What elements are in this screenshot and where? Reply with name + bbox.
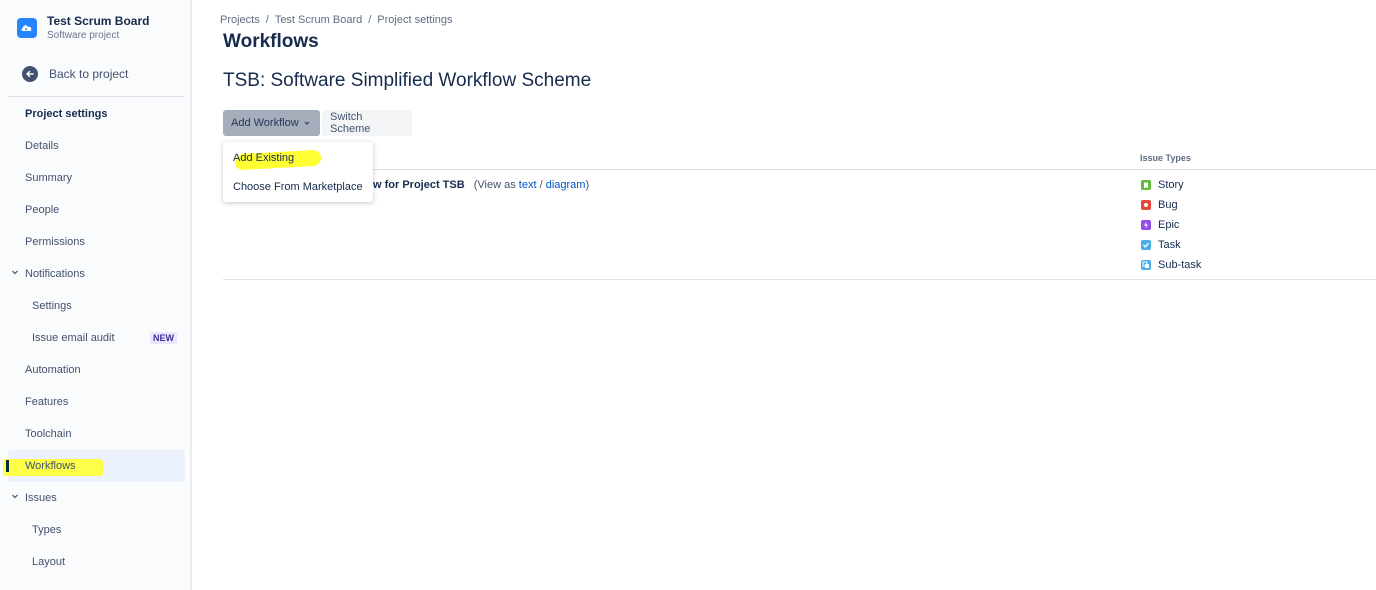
issue-type-label: Epic xyxy=(1158,219,1180,231)
project-type: Software project xyxy=(47,30,120,41)
sidebar-item-people[interactable]: People xyxy=(8,194,185,226)
back-to-project-link[interactable]: Back to project xyxy=(22,66,128,82)
sidebar-item-features[interactable]: Features xyxy=(8,386,185,418)
sidebar-divider xyxy=(8,96,185,97)
sidebar-item-label: Permissions xyxy=(25,236,85,248)
issue-type-label: Bug xyxy=(1158,199,1178,211)
back-to-project-label: Back to project xyxy=(49,67,129,81)
sidebar-item-label: Settings xyxy=(32,300,72,312)
breadcrumb-separator: / xyxy=(265,14,269,26)
view-as-group: (View as text / diagram) xyxy=(474,179,589,191)
sidebar-item-label: Types xyxy=(32,524,62,536)
breadcrumb-projects[interactable]: Projects xyxy=(220,14,260,26)
breadcrumb-project-settings[interactable]: Project settings xyxy=(377,14,452,26)
sidebar-item-permissions[interactable]: Permissions xyxy=(8,226,185,258)
sidebar-item-notifications[interactable]: Notifications xyxy=(8,258,185,290)
sidebar-item-label: Features xyxy=(25,396,69,408)
sidebar-item-workflows-label-wrap[interactable]: Workflows xyxy=(8,450,185,482)
project-avatar-icon xyxy=(17,18,37,38)
add-workflow-label: Add Workflow xyxy=(231,117,299,129)
scheme-title: TSB: Software Simplified Workflow Scheme xyxy=(223,70,592,91)
sidebar-item-label: Issue email audit xyxy=(32,332,115,344)
view-as-text-link[interactable]: text xyxy=(519,179,537,191)
issue-types-column-header: Issue Types xyxy=(1140,153,1191,163)
sidebar-heading-project-settings: Project settings xyxy=(8,98,185,130)
menu-item-choose-from-marketplace[interactable]: Choose From Marketplace xyxy=(233,181,363,193)
project-name: Test Scrum Board xyxy=(47,14,150,28)
sidebar-item-types[interactable]: Types xyxy=(8,514,185,546)
switch-scheme-label: Switch Scheme xyxy=(330,111,371,135)
view-as-prefix: (View as xyxy=(473,179,519,191)
subtask-icon xyxy=(1141,260,1151,270)
sidebar-item-label: Workflows xyxy=(25,460,76,472)
breadcrumb-project[interactable]: Test Scrum Board xyxy=(275,14,362,26)
view-as-diagram-link[interactable]: diagram xyxy=(546,179,586,191)
issue-type-label: Task xyxy=(1158,239,1181,251)
sidebar-item-layout[interactable]: Layout xyxy=(8,546,185,578)
issue-type-subtask: Sub-task xyxy=(1141,259,1201,271)
new-badge: NEW xyxy=(150,332,177,344)
switch-scheme-button[interactable]: Switch Scheme xyxy=(322,110,412,136)
sidebar-item-label: Layout xyxy=(32,556,66,568)
sidebar-item-summary[interactable]: Summary xyxy=(8,162,185,194)
project-sidebar: Test Scrum Board Software project Back t… xyxy=(0,0,192,590)
chevron-down-icon xyxy=(304,121,310,125)
sidebar-item-label: Notifications xyxy=(25,268,85,280)
sidebar-item-label: Summary xyxy=(25,172,73,184)
issue-type-task: Task xyxy=(1141,239,1181,251)
issue-type-bug: Bug xyxy=(1141,199,1178,211)
sidebar-item-details[interactable]: Details xyxy=(8,130,185,162)
table-row-divider xyxy=(223,279,1376,280)
sidebar-item-issue-email-audit[interactable]: Issue email audit NEW xyxy=(8,322,185,354)
sidebar-item-label: Issues xyxy=(25,492,57,504)
table-row-divider xyxy=(223,169,1376,170)
project-header[interactable]: Test Scrum Board Software project xyxy=(17,14,149,42)
view-as-separator: / xyxy=(536,179,546,191)
sidebar-item-label: Toolchain xyxy=(25,428,72,440)
workflow-name: w for Project TSB xyxy=(373,179,465,191)
issue-type-label: Story xyxy=(1158,179,1184,191)
issue-type-epic: Epic xyxy=(1141,219,1179,231)
sidebar-item-label: Details xyxy=(25,140,59,152)
breadcrumb-separator: / xyxy=(368,14,372,26)
story-icon xyxy=(1141,180,1151,190)
add-workflow-dropdown: Add Existing Choose From Marketplace xyxy=(223,142,373,202)
sidebar-item-label: People xyxy=(25,204,60,216)
bug-icon xyxy=(1141,200,1151,210)
sidebar-item-issues[interactable]: Issues xyxy=(8,482,185,514)
breadcrumb: Projects / Test Scrum Board / Project se… xyxy=(220,14,453,26)
chevron-down-icon xyxy=(12,494,18,499)
sidebar-item-toolchain[interactable]: Toolchain xyxy=(8,418,185,450)
arrow-left-icon xyxy=(22,66,38,82)
page-title: Workflows xyxy=(223,31,319,52)
sidebar-item-label: Project settings xyxy=(25,108,108,120)
sidebar-item-automation[interactable]: Automation xyxy=(8,354,185,386)
task-icon xyxy=(1141,240,1151,250)
sidebar-item-notification-settings[interactable]: Settings xyxy=(8,290,185,322)
chevron-down-icon xyxy=(12,270,18,275)
menu-item-add-existing[interactable]: Add Existing xyxy=(233,152,294,164)
sidebar-item-label: Automation xyxy=(25,364,81,376)
issue-type-label: Sub-task xyxy=(1158,259,1202,271)
add-workflow-button[interactable]: Add Workflow xyxy=(223,110,320,136)
view-as-suffix: ) xyxy=(585,179,590,191)
epic-icon xyxy=(1141,220,1151,230)
issue-type-story: Story xyxy=(1141,179,1184,191)
